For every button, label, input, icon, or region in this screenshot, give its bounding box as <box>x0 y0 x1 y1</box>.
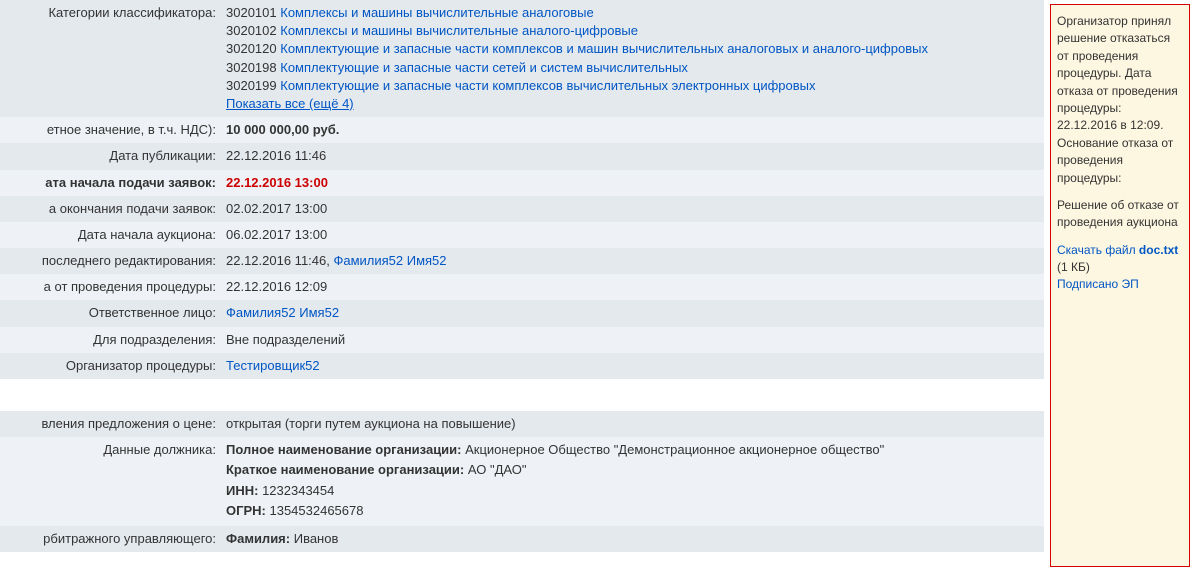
show-all-categories-link[interactable]: Показать все (ещё 4) <box>226 96 354 111</box>
debtor-block: Полное наименование организации: Акционе… <box>220 437 1044 526</box>
download-block: Скачать файл doc.txt (1 КБ) Подписано ЭП <box>1057 242 1183 294</box>
details-panel: Категории классификатора: 3020101 Компле… <box>0 0 1044 571</box>
refusal-notice-panel: Организатор принял решение отказаться от… <box>1050 4 1190 567</box>
category-link[interactable]: Комплектующие и запасные части комплексо… <box>280 78 815 93</box>
value-end-apps: 02.02.2017 13:00 <box>220 196 1044 222</box>
label-end-apps: а окончания подачи заявок: <box>0 196 220 222</box>
value-est-value: 10 000 000,00 руб. <box>220 117 1044 143</box>
debtor-ogrn-value: 1354532465678 <box>266 503 364 518</box>
label-refusal: а от проведения процедуры: <box>0 274 220 300</box>
debtor-short-label: Краткое наименование организации: <box>226 462 464 477</box>
signed-ep-link[interactable]: Подписано ЭП <box>1057 277 1139 291</box>
debtor-inn-label: ИНН: <box>226 483 258 498</box>
label-arbitr: рбитражного управляющего: <box>0 526 220 552</box>
label-subdivision: Для подразделения: <box>0 327 220 353</box>
debtor-short-value: АО "ДАО" <box>464 462 526 477</box>
value-proposal-form: открытая (торги путем аукциона на повыше… <box>220 411 1044 437</box>
organizer-link[interactable]: Тестировщик52 <box>226 358 320 373</box>
arbitr-surname-label: Фамилия: <box>226 531 290 546</box>
arbitr-block: Фамилия: Иванов <box>220 526 1044 552</box>
value-auction-start: 06.02.2017 13:00 <box>220 222 1044 248</box>
label-categories: Категории классификатора: <box>0 0 220 117</box>
label-last-edit: последнего редактирования: <box>0 248 220 274</box>
last-edit-user-link[interactable]: Фамилия52 Имя52 <box>333 253 446 268</box>
category-link[interactable]: Комплектующие и запасные части сетей и с… <box>280 60 688 75</box>
label-organizer: Организатор процедуры: <box>0 353 220 379</box>
category-code: 3020199 <box>226 78 277 93</box>
debtor-full-value: Акционерное Общество "Демонстрационное а… <box>462 442 885 457</box>
notice-text-2: Решение об отказе от проведения аукциона <box>1057 197 1183 232</box>
label-pub-date: Дата публикации: <box>0 143 220 169</box>
value-pub-date: 22.12.2016 11:46 <box>220 143 1044 169</box>
last-edit-date: 22.12.2016 11:46, <box>226 253 333 268</box>
download-file-size: (1 КБ) <box>1057 260 1090 274</box>
notice-text-1: Организатор принял решение отказаться от… <box>1057 13 1183 187</box>
label-debtor: Данные должника: <box>0 437 220 526</box>
debtor-full-label: Полное наименование организации: <box>226 442 462 457</box>
label-est-value: етное значение, в т.ч. НДС): <box>0 117 220 143</box>
category-code: 3020101 <box>226 5 277 20</box>
responsible-link[interactable]: Фамилия52 Имя52 <box>226 305 339 320</box>
debtor-inn-value: 1232343454 <box>258 483 334 498</box>
category-link[interactable]: Комплексы и машины вычислительные аналог… <box>280 23 638 38</box>
category-code: 3020102 <box>226 23 277 38</box>
value-start-apps: 22.12.2016 13:00 <box>220 170 1044 196</box>
label-responsible: Ответственное лицо: <box>0 300 220 326</box>
arbitr-surname-value: Иванов <box>290 531 338 546</box>
category-code: 3020198 <box>226 60 277 75</box>
debtor-ogrn-label: ОГРН: <box>226 503 266 518</box>
value-last-edit: 22.12.2016 11:46, Фамилия52 Имя52 <box>220 248 1044 274</box>
category-link[interactable]: Комплектующие и запасные части комплексо… <box>280 41 928 56</box>
category-link[interactable]: Комплексы и машины вычислительные аналог… <box>280 5 593 20</box>
categories-list: 3020101 Комплексы и машины вычислительны… <box>220 0 1044 117</box>
label-proposal-form: вления предложения о цене: <box>0 411 220 437</box>
download-file-link[interactable]: doc.txt <box>1139 243 1178 257</box>
label-auction-start: Дата начала аукциона: <box>0 222 220 248</box>
value-subdivision: Вне подразделений <box>220 327 1044 353</box>
label-start-apps: ата начала подачи заявок: <box>0 170 220 196</box>
category-code: 3020120 <box>226 41 277 56</box>
value-refusal: 22.12.2016 12:09 <box>220 274 1044 300</box>
download-file-label-link[interactable]: Скачать файл <box>1057 243 1139 257</box>
